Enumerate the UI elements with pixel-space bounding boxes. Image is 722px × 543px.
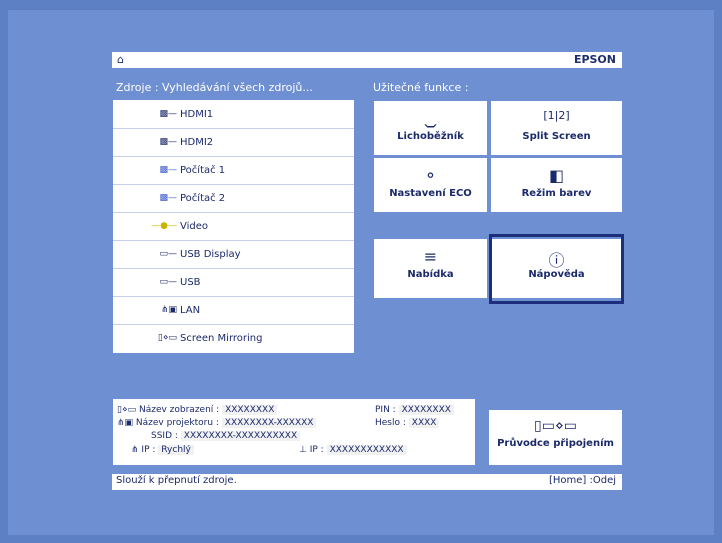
display-name-label: Název zobrazení : xyxy=(138,405,220,415)
connection-guide-label: Průvodce připojením xyxy=(497,438,614,449)
ssid-label: SSID : xyxy=(151,431,178,441)
functions-title: Užitečné funkce : xyxy=(373,81,469,94)
source-item-video[interactable]: —●— Video xyxy=(113,212,354,240)
source-item-pocitac-2[interactable]: ▩— Počítač 2 xyxy=(113,184,354,212)
tile-lichobeznik[interactable]: ⏡ Lichoběžník xyxy=(374,101,487,155)
source-label: Video xyxy=(180,220,209,232)
ip-wireless-value: Rychlý xyxy=(158,445,194,455)
ip-wireless-label: IP : xyxy=(141,445,156,455)
tile-nabidka[interactable]: ≡ Nabídka xyxy=(374,239,487,298)
brand-logo: EPSON xyxy=(573,53,616,66)
color-mode-icon: ◧ xyxy=(548,166,565,185)
lan-icon: ⋔▣ xyxy=(117,418,134,428)
screen-mirroring-icon: ▯⋄▭ xyxy=(117,405,137,415)
source-label: Počítač 1 xyxy=(180,164,226,176)
hdmi-cable-icon: ▩— xyxy=(159,137,177,147)
source-label: HDMI1 xyxy=(180,108,214,120)
menu-list-icon: ≡ xyxy=(423,247,438,266)
hdmi-cable-icon: ▩— xyxy=(159,109,177,119)
top-bar: ⌂ EPSON xyxy=(112,52,622,68)
tile-label: Režim barev xyxy=(521,188,592,199)
source-label: LAN xyxy=(180,304,201,316)
lan-icon: ⋔▣ xyxy=(160,305,177,315)
projector-name-label: Název projektoru : xyxy=(135,418,219,428)
video-cable-icon: —●— xyxy=(151,221,177,231)
source-label: Počítač 2 xyxy=(180,192,226,204)
status-bar: Slouží k přepnutí zdroje. [Home] :Odej xyxy=(112,474,622,490)
ip-wired-label: IP : xyxy=(309,445,324,455)
hint-text: Slouží k přepnutí zdroje. xyxy=(116,475,237,486)
eco-leaf-icon: ⚬ xyxy=(423,166,438,185)
source-item-hdmi2[interactable]: ▩— HDMI2 xyxy=(113,128,354,156)
ssid-value: XXXXXXXX-XXXXXXXXXX xyxy=(180,431,301,441)
password-label: Heslo : xyxy=(375,418,406,428)
source-label: Screen Mirroring xyxy=(180,332,263,344)
source-item-hdmi1[interactable]: ▩— HDMI1 xyxy=(113,100,354,128)
wireless-icon: ⋔ xyxy=(131,445,139,455)
wired-icon: ⊥ xyxy=(299,445,307,455)
split-screen-icon: [1|2] xyxy=(543,109,570,122)
pin-value: XXXXXXXX xyxy=(398,405,454,415)
tile-split-screen[interactable]: [1|2] Split Screen xyxy=(491,101,622,155)
tile-nastaveni-eco[interactable]: ⚬ Nastavení ECO xyxy=(374,158,487,212)
exit-hint: [Home] :Odej xyxy=(548,475,616,486)
tile-label: Split Screen xyxy=(522,131,591,142)
source-item-usb[interactable]: ▭— USB xyxy=(113,268,354,296)
source-item-usb-display[interactable]: ▭— USB Display xyxy=(113,240,354,268)
connection-guide-icon: ▯▭⋄▭ xyxy=(534,418,577,434)
tile-label: Lichoběžník xyxy=(397,131,464,142)
vga-cable-icon: ▩— xyxy=(159,165,177,175)
source-item-pocitac-1[interactable]: ▩— Počítač 1 xyxy=(113,156,354,184)
ip-wired-value: XXXXXXXXXXXX xyxy=(326,445,407,455)
home-icon: ⌂ xyxy=(117,53,124,66)
source-item-lan[interactable]: ⋔▣ LAN xyxy=(113,296,354,324)
source-label: USB Display xyxy=(180,248,241,260)
pin-label: PIN : xyxy=(375,405,396,415)
tile-label: Nastavení ECO xyxy=(389,188,472,199)
display-name-value: XXXXXXXX xyxy=(222,405,278,415)
connection-guide-button[interactable]: ▯▭⋄▭ Průvodce připojením xyxy=(489,410,622,465)
source-list: ▩— HDMI1 ▩— HDMI2 ▩— Počítač 1 ▩— Počíta… xyxy=(113,100,354,353)
source-item-screen-mirroring[interactable]: ▯⋄▭ Screen Mirroring xyxy=(113,324,354,352)
tile-rezim-barev[interactable]: ◧ Režim barev xyxy=(491,158,622,212)
screen-mirroring-icon: ▯⋄▭ xyxy=(157,333,177,343)
usb-cable-icon: ▭— xyxy=(159,277,177,287)
keystone-icon: ⏡ xyxy=(424,109,437,128)
password-value: XXXX xyxy=(408,418,440,428)
tile-label: Nabídka xyxy=(407,269,454,280)
vga-cable-icon: ▩— xyxy=(159,193,177,203)
source-label: HDMI2 xyxy=(180,136,214,148)
projector-name-value: XXXXXXXX-XXXXXX xyxy=(221,418,317,428)
source-label: USB xyxy=(180,276,201,288)
usb-display-cable-icon: ▭— xyxy=(159,249,177,259)
sources-title: Zdroje : Vyhledávání všech zdrojů... xyxy=(116,81,313,94)
network-info-panel: ▯⋄▭ Název zobrazení : XXXXXXXX PIN : XXX… xyxy=(113,399,475,465)
selection-highlight xyxy=(489,234,624,304)
